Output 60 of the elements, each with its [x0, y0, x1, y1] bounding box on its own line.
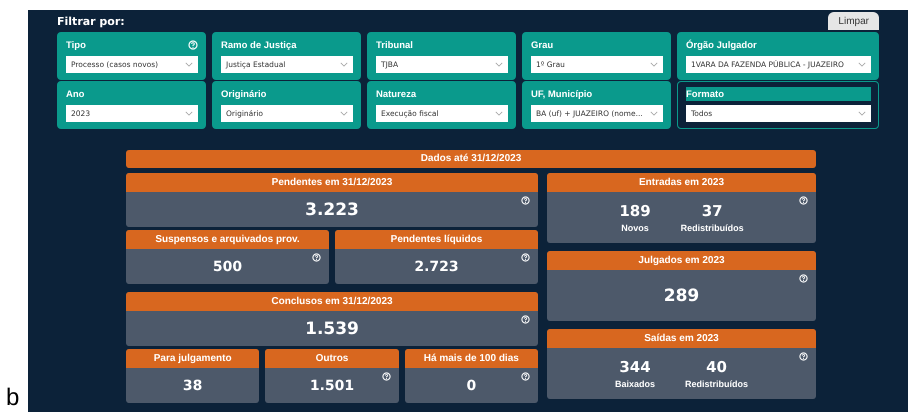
metric-value: 38: [182, 378, 202, 394]
help-icon[interactable]: [799, 196, 808, 205]
filter-label: UF, Município: [531, 88, 592, 100]
metric-value: 344: [619, 358, 651, 376]
card-title: Conclusos em 31/12/2023: [126, 292, 538, 311]
card-title: Para julgamento: [126, 349, 260, 368]
filter-label: Órgão Julgador: [686, 40, 757, 50]
metric-value: 189: [619, 202, 651, 220]
filter-label: Tipo: [66, 40, 86, 50]
metric-value: 2.723: [414, 258, 459, 274]
date-banner: Dados até 31/12/2023: [126, 150, 816, 168]
help-icon[interactable]: [799, 274, 808, 283]
help-icon[interactable]: [521, 253, 530, 262]
metric-caption: Redistribuídos: [680, 223, 744, 233]
metric-value: 289: [664, 286, 700, 306]
chevron-down-icon: [650, 62, 658, 67]
filter-label: Grau: [531, 40, 554, 50]
filter-label: Originário: [221, 88, 266, 100]
chevron-down-icon: [340, 111, 348, 116]
chevron-down-icon: [858, 111, 866, 116]
filter-title: Filtrar por:: [57, 14, 125, 28]
help-icon[interactable]: [799, 352, 808, 361]
card-title: Julgados em 2023: [547, 251, 816, 270]
chevron-down-icon: [495, 62, 503, 67]
filter-label: Formato: [686, 88, 724, 100]
metric-value: 3.223: [305, 200, 359, 220]
card-title: Pendentes em 31/12/2023: [126, 173, 538, 192]
stray-letter: b: [6, 384, 20, 412]
metric-value: 0: [466, 378, 476, 394]
card-title: Pendentes líquidos: [335, 230, 538, 249]
filter-label: Tribunal: [376, 40, 413, 50]
metric-value: 40: [706, 358, 727, 376]
chevron-down-icon: [185, 111, 193, 116]
chevron-down-icon: [650, 111, 658, 116]
chevron-down-icon: [340, 62, 348, 67]
card-title: Suspensos e arquivados prov.: [126, 230, 329, 249]
chevron-down-icon: [858, 62, 866, 67]
help-icon[interactable]: [188, 40, 198, 50]
metric-caption: Baixados: [614, 379, 655, 389]
filter-label: Ano: [66, 88, 84, 100]
metric-value: 37: [702, 202, 723, 220]
clear-button[interactable]: Limpar: [828, 12, 879, 30]
chevron-down-icon: [495, 111, 503, 116]
filter-label: Ramo de Justiça: [221, 40, 296, 50]
help-icon[interactable]: [312, 253, 321, 262]
help-icon[interactable]: [382, 372, 391, 381]
card-title: Entradas em 2023: [547, 173, 816, 192]
filter-label: Natureza: [376, 88, 416, 100]
metric-caption: Redistribuídos: [685, 379, 748, 389]
metric-value: 1.539: [305, 318, 359, 338]
chevron-down-icon: [185, 62, 193, 67]
metric-value: 500: [212, 258, 242, 274]
help-icon[interactable]: [521, 315, 530, 324]
metric-value: 1.501: [310, 378, 354, 394]
help-icon[interactable]: [521, 196, 530, 205]
metric-caption: Novos: [621, 223, 649, 233]
help-icon[interactable]: [520, 372, 530, 381]
card-title: Saídas em 2023: [547, 329, 816, 348]
card-title: Há mais de 100 dias: [404, 349, 538, 368]
card-title: Outros: [265, 349, 399, 368]
